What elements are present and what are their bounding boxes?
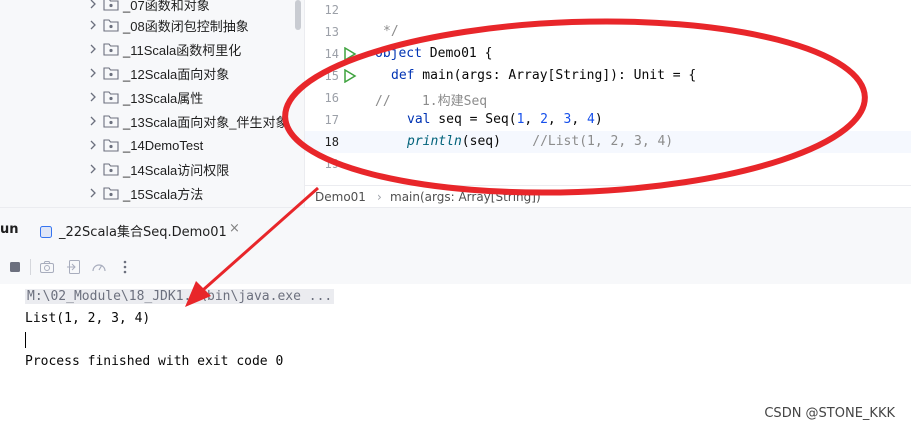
line-number: 14	[324, 47, 339, 61]
breadcrumb-item[interactable]: main(args: Array[String])	[390, 190, 541, 204]
package-folder-icon	[103, 114, 119, 128]
tab-label: _22Scala集合Seq.Demo01	[59, 225, 227, 240]
more-options-icon[interactable]	[117, 259, 133, 275]
run-window-title: un	[0, 222, 19, 237]
function-call: println	[407, 134, 462, 149]
code-comment-end: */	[383, 24, 399, 39]
code-text: main(args: Array[String]): Unit = {	[414, 68, 697, 83]
text-caret	[25, 332, 26, 348]
tree-item-label: _14Scala访问权限	[123, 162, 230, 178]
keyword: object	[375, 46, 422, 61]
number-literal: 2	[540, 112, 548, 127]
chevron-right-icon[interactable]	[88, 140, 98, 150]
code-editor[interactable]: 12 13 14 15 16 17 18 19 */ object Demo01…	[304, 0, 911, 185]
tree-item-label: _13Scala属性	[123, 90, 204, 106]
tree-item[interactable]: _08函数闭包控制抽象	[0, 13, 304, 37]
tree-item-label: _11Scala函数柯里化	[123, 42, 242, 58]
code-text: seq = Seq(	[430, 112, 517, 127]
code-text: Demo01 {	[421, 46, 493, 61]
login-arrow-icon[interactable]	[66, 259, 82, 275]
run-config-icon	[40, 223, 52, 238]
tree-item[interactable]: _15Scala方法	[0, 181, 304, 205]
tree-item-label: _13Scala面向对象_伴生对象	[123, 114, 289, 130]
run-gutter-icon[interactable]	[343, 69, 357, 83]
tree-item[interactable]: _14Scala访问权限	[0, 157, 304, 181]
tree-item[interactable]: _13Scala属性	[0, 85, 304, 109]
stop-icon[interactable]	[7, 259, 23, 275]
tree-item[interactable]: _11Scala函数柯里化	[0, 37, 304, 61]
tree-item[interactable]: _13Scala面向对象_伴生对象	[0, 109, 304, 133]
tree-item-label: _14DemoTest	[123, 137, 204, 153]
number-literal: 4	[587, 112, 595, 127]
keyword: val	[407, 112, 431, 127]
chevron-right-icon[interactable]	[88, 116, 98, 126]
console-output: List(1, 2, 3, 4)	[25, 311, 151, 326]
toolbar-divider	[30, 259, 31, 275]
console-command-line: M:\02_Module\18_JDK1.8\bin\java.exe ...	[25, 289, 335, 304]
tree-item[interactable]: _14DemoTest	[0, 133, 304, 157]
run-config-tab[interactable]: _22Scala集合Seq.Demo01 ×	[30, 208, 250, 252]
line-number: 12	[324, 3, 339, 17]
tree-item-label: _15Scala方法	[123, 186, 204, 202]
run-gutter-icon[interactable]	[343, 47, 357, 61]
code-text: (seq)	[461, 134, 501, 149]
console-command[interactable]: M:\02_Module\18_JDK1.8\bin\java.exe ...	[25, 289, 335, 304]
code-line-val: val seq = Seq(1, 2, 3, 4)	[407, 112, 603, 127]
chevron-right-icon[interactable]	[88, 20, 98, 30]
chevron-right-icon[interactable]	[88, 164, 98, 174]
tree-scrollbar[interactable]	[295, 0, 301, 30]
chevron-right-icon[interactable]	[88, 188, 98, 198]
tree-item-label: _12Scala面向对象	[123, 66, 230, 82]
code-line-comment: // 1.构建Seq	[375, 94, 488, 109]
package-folder-icon	[103, 162, 119, 176]
code-text: ,	[547, 112, 564, 127]
close-icon[interactable]: ×	[229, 221, 240, 236]
watermark: CSDN @STONE_KKK	[764, 406, 895, 421]
keyword: def	[391, 68, 415, 83]
chevron-right-icon[interactable]	[88, 92, 98, 102]
breadcrumb-item[interactable]: Demo01	[315, 190, 366, 204]
breadcrumb: Demo01 › main(args: Array[String])	[304, 185, 911, 208]
package-folder-icon	[103, 138, 119, 152]
tree-item[interactable]: _12Scala面向对象	[0, 61, 304, 85]
run-toolbar	[0, 250, 911, 284]
camera-icon[interactable]	[39, 259, 55, 275]
package-folder-icon	[103, 0, 119, 11]
code-text: ,	[524, 112, 541, 127]
chevron-right-icon[interactable]	[88, 0, 98, 9]
chevron-right-icon[interactable]	[88, 68, 98, 78]
breadcrumb-separator: ›	[377, 190, 382, 204]
chevron-right-icon[interactable]	[88, 44, 98, 54]
package-folder-icon	[103, 186, 119, 200]
code-text: )	[594, 112, 603, 127]
run-tab-bar: un _22Scala集合Seq.Demo01 ×	[0, 207, 911, 252]
line-number: 19	[324, 157, 339, 171]
code-line-object: object Demo01 {	[375, 46, 492, 61]
package-folder-icon	[103, 18, 119, 32]
package-folder-icon	[103, 66, 119, 80]
line-number: 15	[324, 69, 339, 83]
line-number: 13	[324, 25, 339, 39]
gauge-icon[interactable]	[91, 259, 107, 275]
line-number: 18	[324, 135, 339, 149]
package-folder-icon	[103, 42, 119, 56]
line-number: 16	[324, 91, 339, 105]
left-toolbar-strip	[0, 335, 5, 425]
code-comment: //List(1, 2, 3, 4)	[500, 134, 674, 149]
line-number: 17	[324, 113, 339, 127]
code-text: ,	[571, 112, 588, 127]
code-line-def: def main(args: Array[String]): Unit = {	[391, 68, 696, 83]
project-tree: _07函数和对象 _08函数闭包控制抽象 _11Scala函数柯里化 _12Sc…	[0, 0, 304, 207]
package-folder-icon	[103, 90, 119, 104]
tree-item-label: _08函数闭包控制抽象	[123, 18, 249, 34]
code-line-println: println(seq) //List(1, 2, 3, 4)	[407, 134, 673, 149]
tree-item-label: _07函数和对象	[123, 0, 210, 13]
console-exit-message: Process finished with exit code 0	[25, 354, 284, 369]
